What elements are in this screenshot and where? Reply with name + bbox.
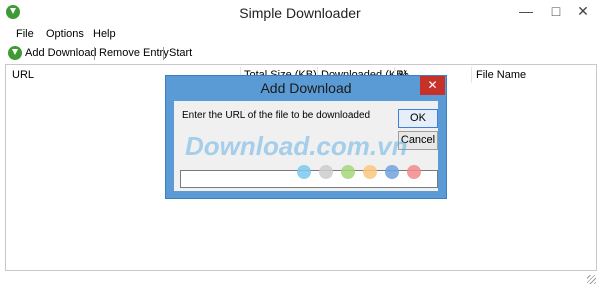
close-button[interactable]: ✕ xyxy=(568,0,598,24)
add-download-button[interactable]: Add Download xyxy=(25,47,97,59)
start-button[interactable]: Start xyxy=(169,47,192,59)
toolbar: Add Download Remove Entry Start xyxy=(0,44,600,64)
watermark-dot xyxy=(341,165,355,179)
menu-file[interactable]: File xyxy=(16,28,34,40)
watermark-dot xyxy=(363,165,377,179)
column-header-url[interactable]: URL xyxy=(12,69,34,81)
column-header-file-name[interactable]: File Name xyxy=(476,69,526,81)
title-bar: Simple Downloader — □ ✕ xyxy=(0,0,600,26)
resize-grip-icon[interactable] xyxy=(587,275,596,284)
toolbar-separator xyxy=(94,47,95,60)
status-bar xyxy=(0,271,600,287)
watermark-dot xyxy=(385,165,399,179)
menu-bar: File Options Help xyxy=(0,26,600,44)
dialog-close-button[interactable]: ✕ xyxy=(420,76,445,95)
url-prompt-label: Enter the URL of the file to be download… xyxy=(182,110,371,121)
main-window: Simple Downloader — □ ✕ File Options Hel… xyxy=(0,0,600,287)
watermark-dot xyxy=(319,165,333,179)
toolbar-separator xyxy=(163,47,164,60)
add-download-icon[interactable] xyxy=(8,46,22,60)
remove-entry-button[interactable]: Remove Entry xyxy=(99,47,169,59)
window-title: Simple Downloader xyxy=(239,5,361,21)
menu-help[interactable]: Help xyxy=(93,28,116,40)
watermark-dot xyxy=(407,165,421,179)
column-divider[interactable] xyxy=(471,67,472,83)
ok-button[interactable]: OK xyxy=(398,109,438,128)
minimize-button[interactable]: — xyxy=(511,0,541,24)
watermark-logo: Download.com.vn xyxy=(185,131,408,161)
maximize-button[interactable]: □ xyxy=(541,0,571,24)
menu-options[interactable]: Options xyxy=(46,28,84,40)
watermark-dot xyxy=(297,165,311,179)
dialog-title: Add Download xyxy=(260,80,352,96)
